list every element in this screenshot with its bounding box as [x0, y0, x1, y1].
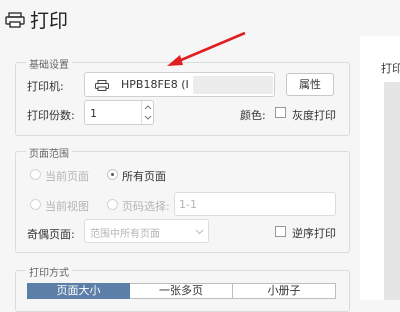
- chevron-down-icon: [195, 229, 204, 235]
- copies-stepper[interactable]: 1: [84, 100, 154, 125]
- printer-label: 打印机:: [27, 80, 64, 93]
- page-title: 打印: [30, 10, 69, 32]
- color-label: 颜色:: [240, 109, 266, 122]
- reverse-print-label[interactable]: 逆序打印: [292, 225, 336, 241]
- preview-area: [384, 82, 400, 300]
- reverse-print-checkbox[interactable]: [275, 226, 286, 237]
- chevron-down-icon[interactable]: [144, 115, 152, 121]
- page-select-label[interactable]: 页码选择:: [122, 198, 170, 214]
- chevron-up-icon[interactable]: [144, 104, 152, 110]
- page-range-title: 页面范围: [26, 145, 72, 160]
- tab-booklet[interactable]: 小册子: [233, 283, 336, 299]
- tab-multi-page[interactable]: 一张多页: [130, 283, 233, 299]
- copies-label: 打印份数:: [27, 109, 75, 122]
- preview-label: 打印: [381, 62, 400, 75]
- odd-even-label: 奇偶页面:: [27, 228, 75, 241]
- copies-value: 1: [90, 107, 97, 120]
- all-pages-label[interactable]: 所有页面: [122, 168, 166, 184]
- grayscale-checkbox[interactable]: [275, 107, 286, 118]
- radio-all-pages[interactable]: [107, 169, 118, 180]
- current-view-label[interactable]: 当前视图: [45, 198, 89, 214]
- page-select-value: 1-1: [179, 198, 197, 211]
- redacted-area: [193, 76, 273, 94]
- printer-icon: [5, 12, 25, 28]
- radio-page-select[interactable]: [107, 199, 118, 210]
- basic-settings-title: 基础设置: [26, 56, 72, 71]
- print-mode-title: 打印方式: [26, 264, 72, 279]
- tab-page-size[interactable]: 页面大小: [27, 283, 130, 299]
- grayscale-label[interactable]: 灰度打印: [292, 107, 336, 123]
- radio-current-page[interactable]: [30, 169, 41, 180]
- annotation-arrow-icon: [167, 31, 246, 66]
- odd-even-select[interactable]: 范围中所有页面: [84, 219, 209, 243]
- printer-name: HPB18FE8 (I: [121, 78, 189, 91]
- properties-button[interactable]: 属性: [286, 73, 334, 96]
- printer-select[interactable]: HPB18FE8 (I: [84, 72, 275, 97]
- odd-even-value: 范围中所有页面: [90, 229, 160, 240]
- radio-current-view[interactable]: [30, 199, 41, 210]
- current-page-label[interactable]: 当前页面: [45, 168, 89, 184]
- page-select-input[interactable]: 1-1: [174, 192, 336, 216]
- printer-icon: [95, 80, 109, 91]
